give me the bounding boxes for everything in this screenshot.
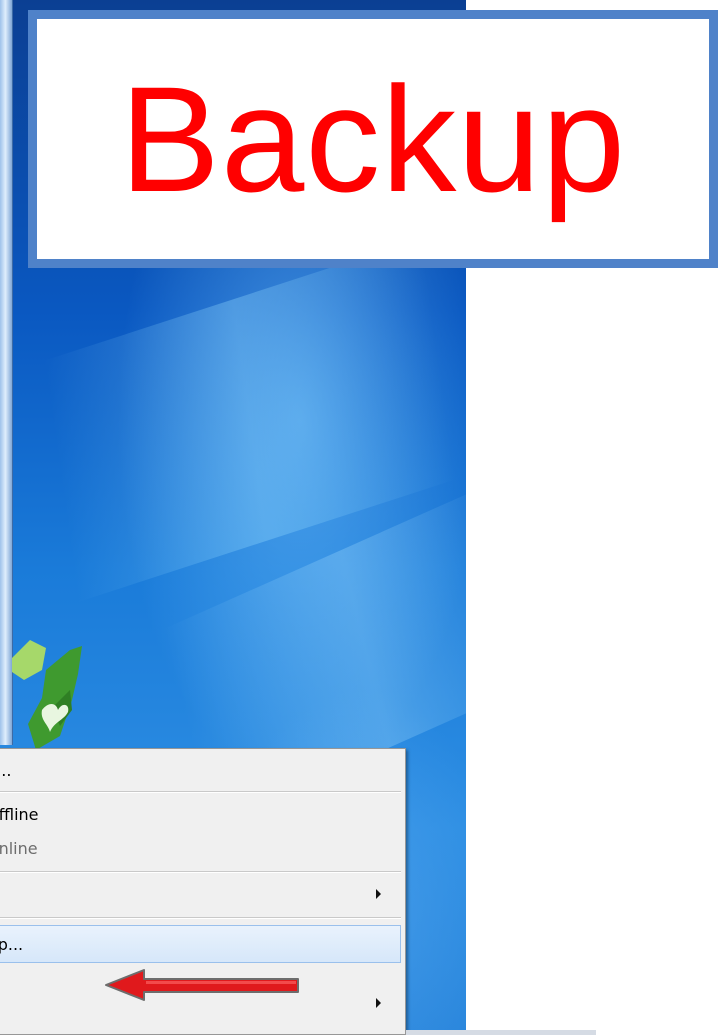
menu-item-offline[interactable]: Offline: [0, 797, 401, 831]
menu-item-online: Online: [0, 831, 401, 865]
menu-item-backup[interactable]: Up...: [0, 925, 401, 963]
taskbar-fragment: [406, 1030, 596, 1035]
menu-separator: [0, 791, 401, 793]
chevron-right-icon: [376, 889, 381, 899]
menu-item-0[interactable]: n...: [0, 753, 401, 787]
green-logo-icon: [12, 640, 82, 750]
menu-separator: [0, 871, 401, 873]
menu-item-submenu[interactable]: [0, 877, 401, 911]
window-edge: [0, 0, 13, 745]
page-title: Backup: [119, 55, 627, 223]
red-arrow-icon: [105, 969, 299, 1001]
menu-separator: [0, 917, 401, 919]
title-banner: Backup: [28, 10, 718, 268]
title-banner-inner: Backup: [37, 19, 709, 259]
menu-item-label: Online: [0, 838, 38, 858]
menu-item-label: Offline: [0, 804, 39, 824]
chevron-right-icon: [376, 998, 381, 1008]
menu-item-label: Up...: [0, 934, 24, 954]
menu-item-label: n...: [0, 760, 12, 780]
